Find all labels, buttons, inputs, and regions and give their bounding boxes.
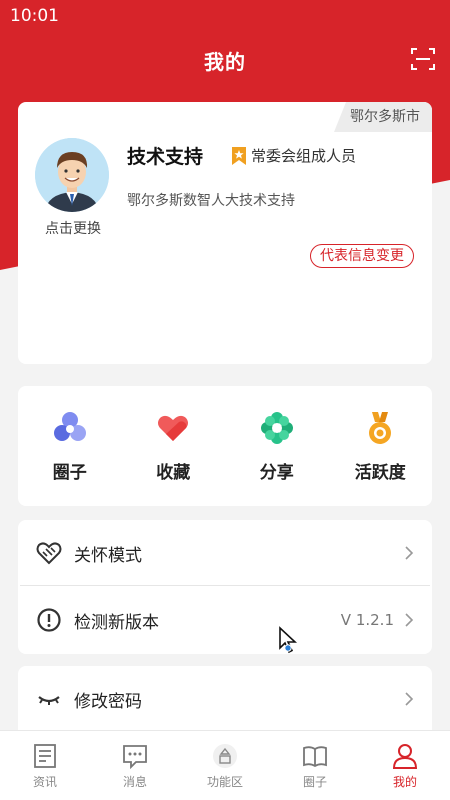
- city-tag[interactable]: 鄂尔多斯市: [334, 102, 432, 132]
- change-password-row[interactable]: 修改密码: [18, 666, 432, 732]
- feature-favorites[interactable]: 收藏: [122, 386, 226, 506]
- feature-share[interactable]: 分享: [225, 386, 329, 506]
- version-text: V 1.2.1: [340, 611, 394, 629]
- tab-label: 我的: [392, 775, 417, 789]
- tab-messages[interactable]: 消息: [90, 731, 180, 800]
- news-icon: [34, 744, 56, 768]
- tab-profile[interactable]: 我的: [360, 731, 450, 800]
- care-mode-label: 关怀模式: [74, 545, 142, 566]
- settings-divider: [20, 585, 430, 586]
- role-text: 常委会组成人员: [251, 147, 357, 165]
- page-title: 我的: [204, 49, 246, 74]
- badge-icon: [232, 146, 246, 165]
- feature-label: 圈子: [52, 463, 87, 483]
- function-icon: [213, 744, 237, 768]
- chevron-right-icon: [405, 613, 414, 627]
- mouse-cursor-icon: [279, 626, 298, 654]
- role-badge: 常委会组成人员: [232, 145, 356, 166]
- tab-circle[interactable]: 圈子: [270, 731, 360, 800]
- care-heart-icon: [36, 542, 62, 565]
- share-icon: [260, 412, 293, 444]
- feature-label: 收藏: [156, 463, 191, 483]
- change-info-button[interactable]: 代表信息变更: [310, 244, 414, 268]
- closed-eye-icon: [38, 696, 60, 705]
- change-avatar-link[interactable]: 点击更换: [28, 218, 118, 238]
- status-bar: 10:01: [0, 0, 450, 32]
- settings-card: 关怀模式 检测新版本 V 1.2.1: [18, 520, 432, 654]
- profile-card: 鄂尔多斯市 点击更换 技术支持 常委会组成人员 鄂尔多斯数智人大技术支持 代表信…: [18, 102, 432, 364]
- feature-circle[interactable]: 圈子: [18, 386, 122, 506]
- check-update-label: 检测新版本: [74, 612, 159, 633]
- status-time: 10:01: [10, 6, 59, 26]
- bottom-tab-bar: 资讯 消息 功能区 圈子 我的: [0, 730, 450, 800]
- chevron-right-icon: [405, 692, 414, 706]
- tab-functions[interactable]: 功能区: [180, 731, 270, 800]
- chevron-right-icon: [405, 546, 414, 560]
- scan-icon[interactable]: [410, 46, 436, 72]
- feature-activity[interactable]: 活跃度: [329, 386, 433, 506]
- feature-label: 活跃度: [354, 463, 406, 483]
- avatar-icon[interactable]: [35, 138, 109, 212]
- check-update-row[interactable]: 检测新版本 V 1.2.1: [18, 587, 432, 653]
- info-alert-icon: [37, 608, 61, 632]
- change-password-label: 修改密码: [74, 691, 142, 712]
- circle-icon: [53, 412, 86, 441]
- feature-label: 分享: [259, 463, 294, 483]
- tab-news[interactable]: 资讯: [0, 731, 90, 800]
- features-card: 圈子 收藏 分享 活跃度: [18, 386, 432, 506]
- profile-icon: [392, 744, 418, 769]
- book-icon: [303, 746, 327, 768]
- tab-label: 圈子: [302, 775, 327, 789]
- tab-label: 功能区: [206, 775, 243, 789]
- user-description: 鄂尔多斯数智人大技术支持: [127, 193, 295, 209]
- heart-icon: [158, 415, 189, 441]
- message-icon: [123, 745, 147, 769]
- page-header: 我的: [0, 36, 450, 84]
- user-name: 技术支持: [127, 146, 204, 168]
- care-mode-row[interactable]: 关怀模式: [18, 520, 432, 586]
- tab-label: 消息: [122, 775, 147, 789]
- tab-label: 资讯: [32, 775, 57, 789]
- medal-icon: [369, 412, 392, 444]
